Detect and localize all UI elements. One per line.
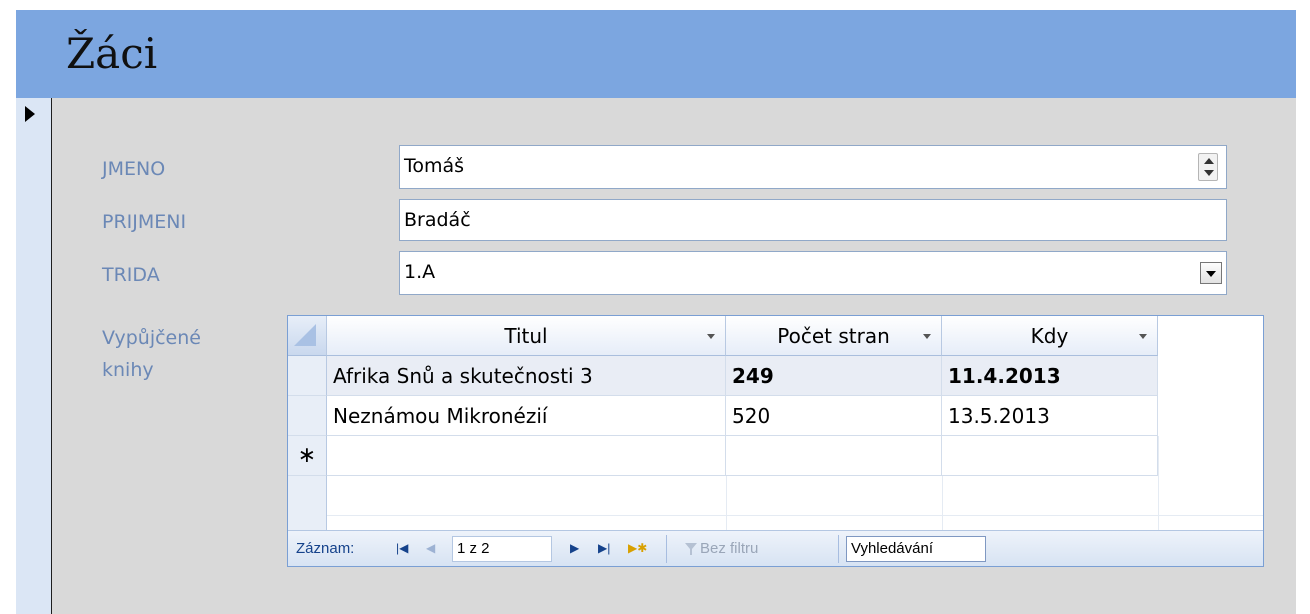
datasheet-empty-area (327, 476, 1263, 516)
previous-record-icon[interactable]: ◀ (426, 541, 435, 555)
dropdown-button[interactable] (1200, 262, 1222, 284)
row-selector-filler (288, 476, 327, 530)
trida-combobox[interactable]: 1.A (399, 251, 1227, 295)
jmeno-label: JMENO (102, 158, 166, 180)
prijmeni-field[interactable]: Bradáč (399, 199, 1227, 241)
prijmeni-value: Bradáč (404, 209, 471, 231)
cell-titul[interactable]: Afrika Snů a skutečnosti 3 (327, 356, 726, 396)
row-selector[interactable] (288, 396, 327, 436)
nav-separator (666, 535, 667, 563)
column-filter-arrow-icon[interactable] (1139, 334, 1147, 339)
prijmeni-label: PRIJMENI (102, 211, 187, 233)
search-input[interactable]: Vyhledávání (846, 536, 986, 562)
form-title: Žáci (66, 29, 158, 78)
filter-status[interactable]: Bez filtru (700, 540, 758, 557)
jmeno-value: Tomáš (404, 155, 465, 177)
column-filter-arrow-icon[interactable] (707, 334, 715, 339)
subform-label-line2: knihy (102, 359, 154, 381)
subform-label-line1: Vypůjčené (102, 327, 201, 349)
trida-label: TRIDA (102, 264, 160, 286)
cell-titul[interactable]: Neznámou Mikronézií (327, 396, 726, 436)
last-record-icon[interactable]: ▶| (598, 541, 610, 555)
cell-pocet-stran[interactable]: 249 (726, 356, 942, 396)
cell-titul[interactable] (327, 436, 726, 476)
next-record-icon[interactable]: ▶ (570, 541, 579, 555)
cell-kdy[interactable]: 11.4.2013 (942, 356, 1158, 396)
cell-kdy[interactable] (942, 436, 1158, 476)
borrowed-books-datasheet[interactable]: Titul Počet stran Kdy Afrika Snů a skute… (287, 315, 1264, 567)
column-header-pocet-stran[interactable]: Počet stran (726, 316, 942, 356)
record-position-input[interactable]: 1 z 2 (452, 536, 552, 562)
spinner-down-icon[interactable] (1204, 170, 1214, 176)
column-divider (942, 476, 943, 530)
column-divider (726, 476, 727, 530)
filter-icon (685, 543, 697, 555)
row-selector[interactable] (288, 356, 327, 396)
cell-pocet-stran[interactable] (726, 436, 942, 476)
trida-value: 1.A (404, 261, 436, 283)
record-navigation-bar: Záznam: |◀ ◀ 1 z 2 ▶ ▶| ▶✱ Bez filtru Vy… (288, 530, 1263, 566)
new-record-icon[interactable]: ▶✱ (628, 541, 647, 555)
column-header-kdy[interactable]: Kdy (942, 316, 1158, 356)
record-selector[interactable] (16, 98, 52, 614)
select-all-icon (294, 324, 316, 346)
chevron-down-icon (1206, 271, 1216, 277)
column-filter-arrow-icon[interactable] (923, 334, 931, 339)
column-divider (1158, 436, 1159, 530)
form-header: Žáci (16, 10, 1296, 98)
scroll-spinner[interactable] (1198, 153, 1218, 181)
first-record-icon[interactable]: |◀ (396, 541, 408, 555)
column-header-label: Počet stran (777, 324, 890, 348)
jmeno-field[interactable]: Tomáš (399, 145, 1227, 189)
spinner-up-icon[interactable] (1204, 158, 1214, 164)
form-window: Žáci JMENO Tomáš PRIJMENI Bradáč TRIDA 1… (16, 10, 1296, 614)
nav-separator (838, 535, 839, 563)
select-all-corner[interactable] (288, 316, 327, 356)
new-record-marker-icon[interactable]: ∗ (288, 436, 327, 476)
current-record-arrow-icon (25, 106, 35, 122)
column-header-label: Titul (504, 324, 548, 348)
cell-pocet-stran[interactable]: 520 (726, 396, 942, 436)
record-label: Záznam: (296, 540, 355, 557)
column-header-label: Kdy (1030, 324, 1069, 348)
column-header-titul[interactable]: Titul (327, 316, 726, 356)
cell-kdy[interactable]: 13.5.2013 (942, 396, 1158, 436)
